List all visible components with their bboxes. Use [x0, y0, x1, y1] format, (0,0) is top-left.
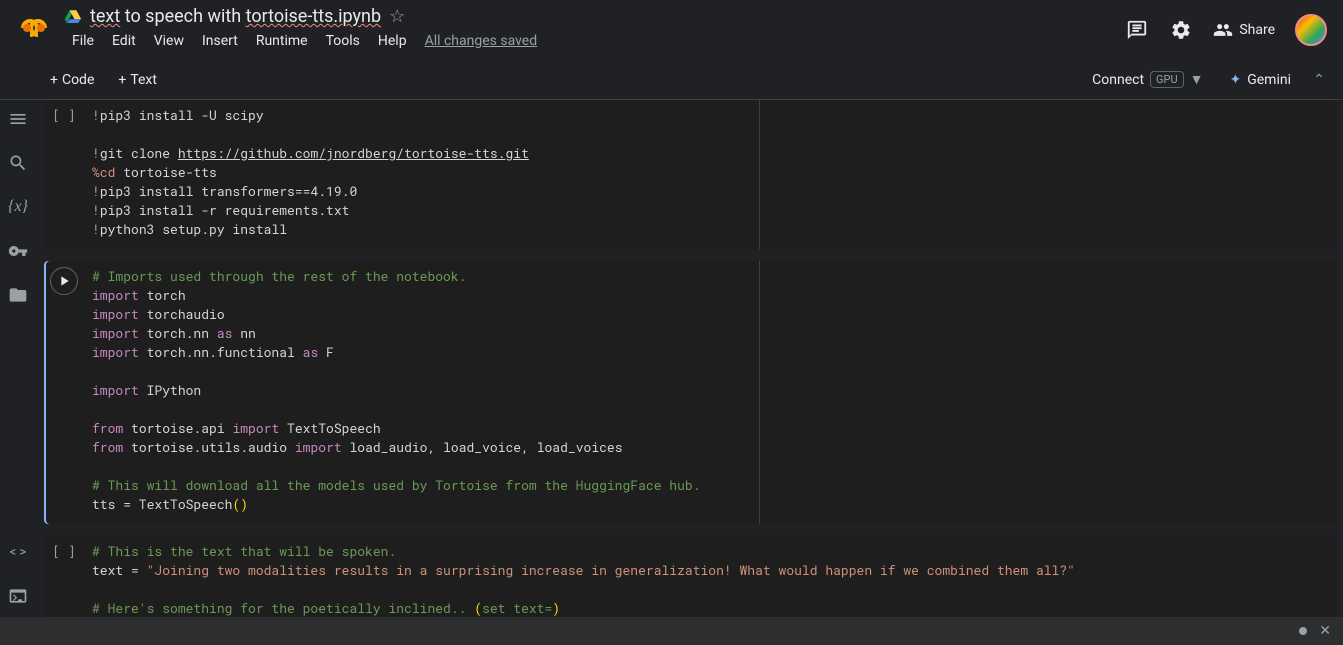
menu-help[interactable]: Help [370, 29, 415, 53]
header-right: Share [1125, 0, 1327, 46]
share-label: Share [1239, 22, 1275, 38]
connect-label: Connect [1092, 72, 1144, 88]
text-label: Text [130, 72, 157, 88]
star-icon[interactable]: ☆ [389, 6, 405, 27]
connect-button[interactable]: Connect GPU ▼ [1082, 67, 1213, 92]
files-icon[interactable] [7, 284, 29, 306]
colab-logo[interactable] [16, 10, 52, 46]
terminal-icon[interactable] [7, 585, 29, 607]
menu-runtime[interactable]: Runtime [248, 29, 316, 53]
sparkle-icon: ✦ [1229, 72, 1241, 88]
code-cell-1[interactable]: [ ] !pip3 install -U scipy !git clone ht… [44, 100, 1335, 249]
share-button[interactable]: Share [1213, 20, 1275, 40]
settings-icon[interactable] [1169, 18, 1193, 42]
close-icon[interactable]: ✕ [1319, 623, 1331, 639]
cell-gutter[interactable] [44, 261, 84, 524]
title-row: text to speech with tortoise-tts.ipynb ☆ [64, 6, 537, 27]
code-cell-2[interactable]: # Imports used through the rest of the n… [44, 261, 1335, 524]
main: {x} < > [ ] !pip3 install -U scipy !git … [0, 100, 1343, 617]
variables-icon[interactable]: {x} [7, 196, 29, 218]
add-text-button[interactable]: + Text [108, 68, 167, 92]
menu-file[interactable]: File [64, 29, 102, 53]
cell-gutter[interactable]: [ ] [44, 536, 84, 617]
footer-bar: ✕ [0, 617, 1343, 645]
gemini-label: Gemini [1247, 72, 1291, 88]
menu-tools[interactable]: Tools [318, 29, 368, 53]
code-label: Code [62, 72, 94, 88]
add-code-button[interactable]: + Code [40, 68, 104, 92]
run-button[interactable] [50, 267, 78, 295]
gemini-button[interactable]: ✦ Gemini [1229, 72, 1291, 88]
title-area: text to speech with tortoise-tts.ipynb ☆… [64, 0, 537, 53]
comment-icon[interactable] [1125, 18, 1149, 42]
code-editor[interactable]: # This is the text that will be spoken. … [84, 536, 1335, 617]
header: text to speech with tortoise-tts.ipynb ☆… [0, 0, 1343, 60]
secrets-icon[interactable] [7, 240, 29, 262]
drive-icon [64, 8, 82, 26]
status-dot-icon [1299, 627, 1307, 635]
notebook-area[interactable]: [ ] !pip3 install -U scipy !git clone ht… [36, 100, 1343, 617]
plus-icon: + [50, 72, 58, 88]
collapse-icon[interactable]: ⌃ [1307, 68, 1331, 92]
dropdown-icon: ▼ [1190, 71, 1204, 88]
left-rail: {x} < > [0, 100, 36, 617]
exec-count: [ ] [52, 106, 75, 249]
code-editor[interactable]: !pip3 install -U scipy !git clone https:… [84, 100, 1335, 249]
ruler [759, 100, 760, 249]
toolbar-left: + Code + Text [40, 68, 167, 92]
menu-bar: File Edit View Insert Runtime Tools Help… [64, 29, 537, 53]
code-snippets-icon[interactable]: < > [7, 541, 29, 563]
exec-count: [ ] [52, 542, 75, 617]
toolbar-right: Connect GPU ▼ ✦ Gemini ⌃ [1082, 67, 1331, 92]
plus-icon: + [118, 72, 126, 88]
cell-gutter[interactable]: [ ] [44, 100, 84, 249]
header-left: text to speech with tortoise-tts.ipynb ☆… [16, 0, 1125, 53]
document-title[interactable]: text to speech with tortoise-tts.ipynb [90, 6, 381, 27]
search-icon[interactable] [7, 152, 29, 174]
toolbar: + Code + Text Connect GPU ▼ ✦ Gemini ⌃ [0, 60, 1343, 100]
menu-edit[interactable]: Edit [104, 29, 144, 53]
toc-icon[interactable] [7, 108, 29, 130]
avatar[interactable] [1295, 14, 1327, 46]
menu-view[interactable]: View [146, 29, 192, 53]
menu-insert[interactable]: Insert [194, 29, 246, 53]
ruler [759, 261, 760, 524]
save-status[interactable]: All changes saved [425, 33, 538, 49]
code-editor[interactable]: # Imports used through the rest of the n… [84, 261, 1335, 524]
code-cell-3[interactable]: [ ] # This is the text that will be spok… [44, 536, 1335, 617]
gpu-badge: GPU [1150, 71, 1184, 88]
